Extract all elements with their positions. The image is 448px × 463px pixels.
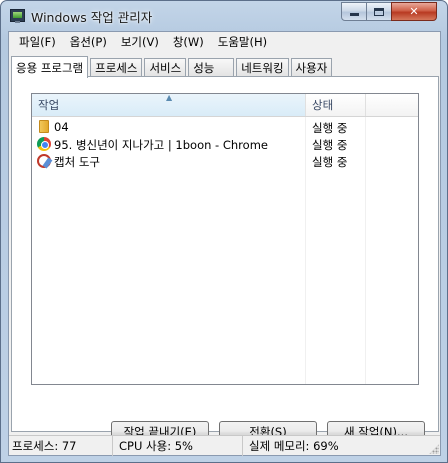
snipping-tool-icon	[37, 154, 51, 168]
minimize-icon	[349, 13, 359, 16]
task-status: 실행 중	[312, 138, 348, 152]
task-manager-icon	[10, 9, 25, 23]
status-memory-usage: 실제 메모리: 69%	[249, 439, 339, 453]
window-title: Windows 작업 관리자	[31, 10, 153, 25]
list-item[interactable]: 캡처 도구 실행 중	[32, 153, 418, 170]
menu-view[interactable]: 보기(V)	[114, 34, 166, 50]
menu-windows[interactable]: 창(W)	[166, 34, 211, 50]
maximize-button[interactable]	[366, 2, 392, 21]
task-name: 캡처 도구	[54, 155, 100, 169]
chrome-icon	[37, 137, 51, 151]
tab-applications[interactable]: 응용 프로그램	[11, 56, 89, 78]
tab-users[interactable]: 사용자	[290, 58, 333, 77]
sort-ascending-icon: ▲	[166, 93, 173, 102]
task-manager-window: Windows 작업 관리자 ✕ 파일(F) 옵션(P) 보기(V) 창(W) …	[0, 0, 448, 463]
status-cpu-usage: CPU 사용: 5%	[115, 436, 243, 456]
status-processes: 프로세스: 77	[9, 436, 113, 456]
list-item[interactable]: 04 실행 중	[32, 119, 418, 136]
close-icon: ✕	[409, 5, 419, 18]
menu-file[interactable]: 파일(F)	[12, 34, 63, 50]
tab-services[interactable]: 서비스	[144, 58, 187, 77]
task-list[interactable]: 작업 ▲ 상태 04 실행 중 95. 병신년이 지나가고 | 1boon - …	[31, 93, 419, 385]
status-bar: 프로세스: 77 CPU 사용: 5% 실제 메모리: 69%	[9, 435, 440, 456]
task-status: 실행 중	[312, 121, 348, 135]
tab-strip: 응용 프로그램 프로세스 서비스 성능 네트워킹 사용자	[11, 55, 334, 78]
list-header: 작업 ▲ 상태	[32, 93, 418, 117]
folder-icon	[39, 120, 49, 133]
menu-bar: 파일(F) 옵션(P) 보기(V) 창(W) 도움말(H)	[9, 32, 440, 52]
column-status-label: 상태	[312, 98, 334, 112]
maximize-icon	[374, 7, 384, 16]
task-name: 95. 병신년이 지나가고 | 1boon - Chrome	[54, 138, 268, 152]
task-rows: 04 실행 중 95. 병신년이 지나가고 | 1boon - Chrome 실…	[32, 119, 418, 170]
client-area: 파일(F) 옵션(P) 보기(V) 창(W) 도움말(H) 응용 프로그램 프로…	[8, 31, 441, 456]
column-task-label: 작업	[38, 98, 60, 112]
column-header-task[interactable]: 작업 ▲	[32, 93, 306, 116]
title-bar[interactable]: Windows 작업 관리자 ✕	[1, 1, 447, 31]
tab-performance[interactable]: 성능	[188, 58, 235, 77]
task-status: 실행 중	[312, 155, 348, 169]
menu-help[interactable]: 도움말(H)	[211, 34, 274, 50]
minimize-button[interactable]	[341, 2, 367, 21]
column-header-status[interactable]: 상태	[306, 94, 366, 116]
applications-tab-page: 작업 ▲ 상태 04 실행 중 95. 병신년이 지나가고 | 1boon - …	[11, 76, 439, 443]
close-button[interactable]: ✕	[391, 2, 437, 21]
task-name: 04	[54, 120, 69, 134]
menu-options[interactable]: 옵션(P)	[63, 34, 114, 50]
tab-processes[interactable]: 프로세스	[90, 58, 143, 77]
list-item[interactable]: 95. 병신년이 지나가고 | 1boon - Chrome 실행 중	[32, 136, 418, 153]
tab-networking[interactable]: 네트워킹	[236, 58, 289, 77]
